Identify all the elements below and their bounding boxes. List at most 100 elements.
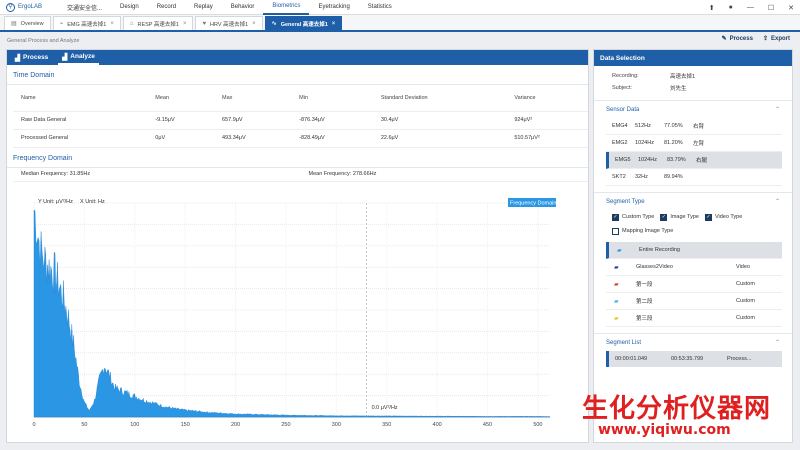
sensor-name: EMG2 xyxy=(612,140,628,146)
sensor-data-header[interactable]: Sensor Data ⌃ xyxy=(594,100,792,118)
chevron-up-icon[interactable]: ⌃ xyxy=(775,198,780,205)
data-selection-panel: Data Selection Recording: 高速去掉1 Subject: 刘… xyxy=(593,49,793,443)
median-frequency: Median Frequency: 31.85Hz xyxy=(13,171,301,177)
sensor-row-selected[interactable]: EMG5 1024Hz 83.79% 右腿 xyxy=(606,152,782,169)
minimize-icon[interactable]: — xyxy=(747,4,754,11)
subject-label: Subject: xyxy=(612,85,632,91)
process-button[interactable]: ✎ Process xyxy=(722,35,753,43)
custom-type-checkbox[interactable]: ✓ Custom Type xyxy=(612,213,654,221)
check-icon: ✓ xyxy=(612,213,619,221)
cell: 924μV² xyxy=(506,111,588,130)
user-icon[interactable]: ● xyxy=(729,4,733,11)
process-label: Process xyxy=(729,35,753,42)
chart-icon: ▟ xyxy=(15,54,20,62)
sensor-rate: 512Hz xyxy=(635,123,651,129)
close-icon[interactable]: ✕ xyxy=(788,4,794,12)
median-label: Median Frequency: xyxy=(21,171,69,177)
col-name: Name xyxy=(13,85,148,112)
tab-analyze[interactable]: ▟ Analyze xyxy=(58,50,99,65)
frequency-chart[interactable]: 0 50 100 150 200 250 300 350 400 450 500 Frequency… xyxy=(20,195,580,435)
menu-project[interactable]: 交通安全信... xyxy=(58,0,111,15)
tab-hrv[interactable]: ♥ HRV 高速去掉1 × xyxy=(195,16,263,30)
table-header-row: Name Mean Max Min Standard Deviation Var… xyxy=(13,85,588,112)
menu-biometrics[interactable]: Biometrics xyxy=(263,0,310,15)
document-tabs: ▤ Overview ⌁ EMG 高速去掉1 × ⌂ RESP 高速去掉1 × … xyxy=(0,15,800,32)
video-type-checkbox[interactable]: ✓ Video Type xyxy=(704,213,742,221)
sensor-row[interactable]: EMG4 512Hz 77.05% 右臂 xyxy=(606,118,782,135)
sensor-location: 右腿 xyxy=(696,158,708,164)
time-domain-table: Name Mean Max Min Standard Deviation Var… xyxy=(13,85,588,148)
chart-icon: ▟ xyxy=(62,53,68,61)
x-tick-label: 300 xyxy=(332,422,341,428)
segment-row[interactable]: ▰ 第二段 Custom xyxy=(606,293,782,310)
menu-replay[interactable]: Replay xyxy=(185,0,222,15)
chevron-up-icon[interactable]: ⌃ xyxy=(775,339,780,346)
close-tab-icon[interactable]: × xyxy=(332,21,336,27)
segment-type-checks: ✓ Custom Type ✓ Image Type ✓ Video Type xyxy=(594,210,792,224)
cell: -876.34μV xyxy=(291,111,373,130)
segment-type-header[interactable]: Segment Type ⌃ xyxy=(594,192,792,210)
close-tab-icon[interactable]: × xyxy=(183,21,187,27)
segment-list-row[interactable]: 00:00:01.049 00:53:35.799 Process... xyxy=(606,351,782,367)
sensor-name: EMG4 xyxy=(612,123,628,129)
cell: 22.6μV xyxy=(372,129,507,148)
col-std: Standard Deviation xyxy=(372,85,507,112)
segment-name: Glasses2Video xyxy=(636,264,673,270)
table-row: Processed General 0μV 493.34μV -828.49μV… xyxy=(13,129,588,148)
sensor-rate: 32Hz xyxy=(635,174,648,180)
segment-list-title: Segment List xyxy=(606,339,642,346)
app-name: ErgoLAB xyxy=(18,4,43,10)
tab-process[interactable]: ▟ Process xyxy=(11,50,52,65)
sensor-row[interactable]: EMG2 1024Hz 81.20% 左臂 xyxy=(606,135,782,152)
segment-name: 第三段 xyxy=(636,316,653,322)
menu-eyetracking[interactable]: Eyetracking xyxy=(309,0,358,15)
mapping-image-type-checkbox[interactable]: Mapping Image Type xyxy=(612,227,673,235)
cell: 510.57μV² xyxy=(506,129,588,148)
x-tick-labels: 0 50 100 150 200 250 300 350 400 450 500 xyxy=(32,422,542,428)
close-tab-icon[interactable]: × xyxy=(252,21,256,27)
chevron-up-icon[interactable]: ⌃ xyxy=(775,106,780,113)
segment-row[interactable]: ▰ 第三段 Custom xyxy=(606,310,782,327)
segment-list-header[interactable]: Segment List ⌃ xyxy=(594,333,792,351)
tab-emg[interactable]: ⌁ EMG 高速去掉1 × xyxy=(52,16,121,30)
col-min: Min xyxy=(291,85,373,112)
close-tab-icon[interactable]: × xyxy=(110,21,114,27)
cell: 0μV xyxy=(147,129,214,148)
x-tick-label: 350 xyxy=(382,422,391,428)
menu-statistics[interactable]: Statistics xyxy=(359,0,401,15)
x-tick-label: 0 xyxy=(32,422,35,428)
tab-resp[interactable]: ⌂ RESP 高速去掉1 × xyxy=(122,16,194,30)
sensor-quality: 81.20% xyxy=(664,140,683,146)
tab-general[interactable]: ∿ General 高速去掉1 × xyxy=(264,16,343,30)
mean-value: 278.66Hz xyxy=(352,171,377,177)
segment-row[interactable]: ▰ Glasses2Video Video xyxy=(606,259,782,276)
segment-row[interactable]: ▰ 第一段 Custom xyxy=(606,276,782,293)
menu-behavior[interactable]: Behavior xyxy=(222,0,264,15)
recording-value: 高速去掉1 xyxy=(670,74,696,80)
x-tick-label: 150 xyxy=(181,422,190,428)
image-type-checkbox[interactable]: ✓ Image Type xyxy=(660,213,699,221)
maximize-icon[interactable]: ☐ xyxy=(768,4,774,12)
tab-overview[interactable]: ▤ Overview xyxy=(4,16,51,30)
segment-start: 00:00:01.049 xyxy=(615,356,648,362)
segment-row[interactable]: ▰ Entire Recording xyxy=(606,242,782,259)
export-label: Export xyxy=(770,35,790,42)
x-tick-label: 100 xyxy=(130,422,139,428)
checkbox-label: Image Type xyxy=(670,214,699,220)
heart-icon: ♥ xyxy=(202,20,207,27)
export-button[interactable]: ⇪ Export xyxy=(763,35,790,43)
sensor-row[interactable]: SKT2 32Hz 89.94% xyxy=(606,169,782,186)
app-logo: ⚲ ErgoLAB xyxy=(0,2,58,12)
cell: Raw Data General xyxy=(13,111,148,130)
segment-type: Video xyxy=(736,264,750,270)
tab-label: EMG 高速去掉1 xyxy=(67,21,107,28)
menu-design[interactable]: Design xyxy=(111,0,148,15)
recording-row: Recording: 高速去掉1 xyxy=(594,70,792,82)
table-row: Raw Data General -9.15μV 657.9μV -876.34… xyxy=(13,111,588,130)
upload-icon[interactable]: ⬆ xyxy=(709,4,715,12)
tab-label: General 高速去掉1 xyxy=(280,21,328,28)
menu-record[interactable]: Record xyxy=(148,0,185,15)
segment-status: Process... xyxy=(727,356,752,362)
cell: 493.34μV xyxy=(213,129,292,148)
segment-icon: ▰ xyxy=(614,264,619,271)
